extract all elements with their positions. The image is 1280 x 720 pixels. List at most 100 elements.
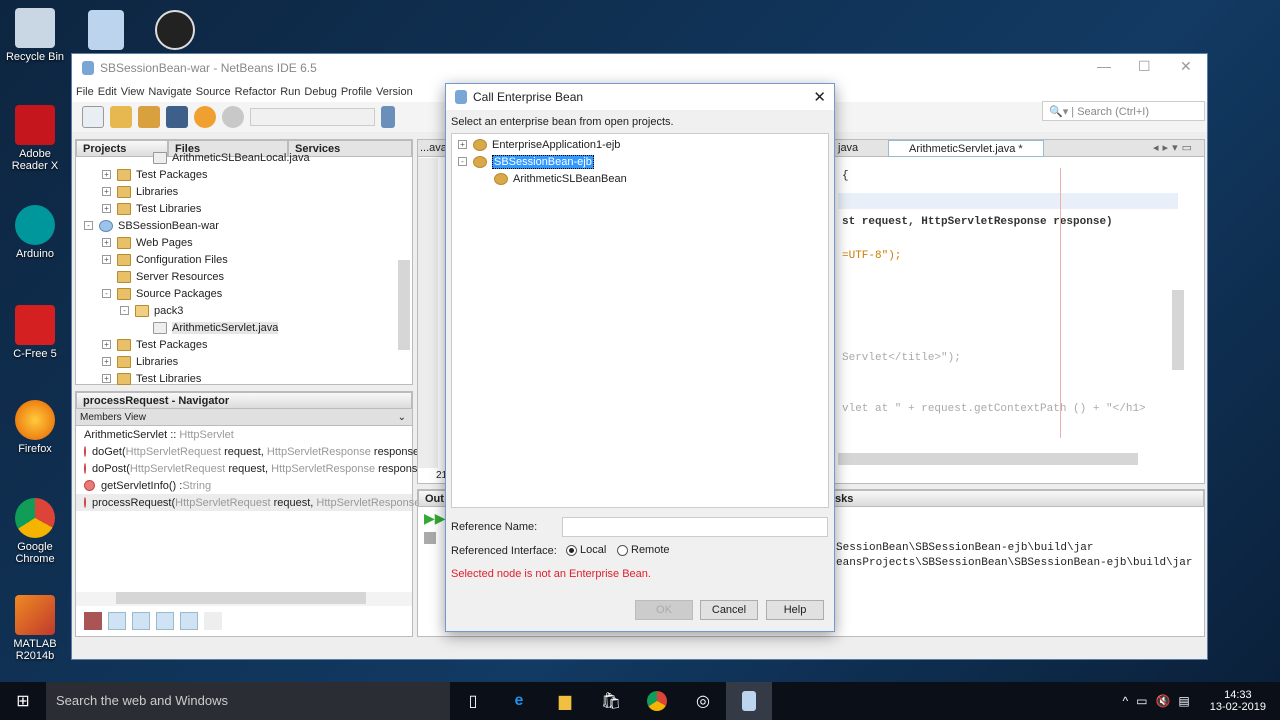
tasks-tab[interactable]: sks xyxy=(835,493,853,505)
navigator-hscrollbar[interactable] xyxy=(76,592,412,606)
desktop-icon-matlab[interactable]: MATLAB R2014b xyxy=(0,595,70,662)
project-tree-item[interactable]: + Test Packages xyxy=(76,166,412,183)
redo-icon[interactable] xyxy=(222,106,244,128)
project-tree-item[interactable]: Server Resources xyxy=(76,268,412,285)
editor-tab-arithmeticservlet[interactable]: ArithmeticServlet.java * xyxy=(888,140,1044,157)
navigator-member[interactable]: processRequest(HttpServletRequest reques… xyxy=(76,494,433,511)
sort-by-source-icon[interactable] xyxy=(204,612,222,630)
save-all-icon[interactable] xyxy=(166,106,188,128)
project-tree-item[interactable]: + Test Libraries xyxy=(76,370,412,387)
new-file-icon[interactable] xyxy=(82,106,104,128)
projects-scrollbar[interactable] xyxy=(398,260,410,350)
collapse-icon[interactable]: - xyxy=(84,221,93,230)
minimize-button[interactable]: — xyxy=(1097,58,1111,74)
project-tree-item[interactable]: + Web Pages xyxy=(76,234,412,251)
project-tree-item[interactable]: + Libraries xyxy=(76,183,412,200)
project-tree-item[interactable]: + Configuration Files xyxy=(76,251,412,268)
collapse-icon[interactable]: - xyxy=(102,289,111,298)
project-tree-item[interactable]: + Libraries xyxy=(76,353,412,370)
navigator-member[interactable]: getServletInfo() : String xyxy=(76,477,412,494)
radio-remote[interactable]: Remote xyxy=(617,544,670,556)
menu-file[interactable]: File xyxy=(74,86,96,98)
sort-by-name-icon[interactable] xyxy=(180,612,198,630)
radio-local-indicator[interactable] xyxy=(566,544,577,556)
start-button[interactable]: ⊞ xyxy=(0,682,46,720)
expand-icon[interactable]: + xyxy=(102,170,111,179)
bean-tree[interactable]: + EnterpriseApplication1-ejb - SBSessionBea… xyxy=(451,133,829,508)
desktop-icon-cfree[interactable]: C-Free 5 xyxy=(0,305,70,360)
dialog-close-button[interactable]: ✕ xyxy=(813,88,826,106)
radio-remote-indicator[interactable] xyxy=(617,544,628,556)
output-tab[interactable]: Out xyxy=(425,493,444,505)
editor-tab-left[interactable]: ...ava xyxy=(420,142,447,154)
show-fields-icon[interactable] xyxy=(108,612,126,630)
navigator-member[interactable]: doGet(HttpServletRequest request, HttpSe… xyxy=(76,443,423,460)
bean-tree-item[interactable]: ArithmeticSLBeanBean xyxy=(456,170,824,187)
editor-vscrollbar[interactable] xyxy=(1172,290,1184,370)
task-view-icon[interactable]: ▯ xyxy=(450,682,496,720)
inherited-members-icon[interactable] xyxy=(84,612,102,630)
project-tree-item[interactable]: ArithmeticServlet.java xyxy=(76,319,412,336)
menu-profile[interactable]: Profile xyxy=(339,86,374,98)
stop-icon[interactable] xyxy=(424,532,436,544)
expand-icon[interactable]: + xyxy=(102,340,111,349)
file-explorer-icon[interactable]: ▆ xyxy=(542,682,588,720)
menu-view[interactable]: View xyxy=(119,86,147,98)
obs-desktop-icon[interactable] xyxy=(155,10,195,50)
close-button[interactable]: ✕ xyxy=(1180,58,1192,75)
edge-icon[interactable]: e xyxy=(496,682,542,720)
project-tree-item[interactable]: - pack3 xyxy=(76,302,412,319)
clock[interactable]: 14:33 13-02-2019 xyxy=(1210,689,1266,713)
menu-version[interactable]: Version xyxy=(374,86,415,98)
obs-taskbar-icon[interactable]: ◎ xyxy=(680,682,726,720)
menu-navigate[interactable]: Navigate xyxy=(146,86,193,98)
rerun-icon[interactable]: ▶▶ xyxy=(424,510,446,527)
collapse-icon[interactable]: - xyxy=(458,157,467,166)
menu-run[interactable]: Run xyxy=(278,86,302,98)
show-static-icon[interactable] xyxy=(132,612,150,630)
desktop-icon-firefox[interactable]: Firefox xyxy=(0,400,70,455)
ok-button[interactable]: OK xyxy=(635,600,693,620)
editor-tab-nav-icons[interactable]: ◂▸▾▭ xyxy=(1153,141,1196,154)
netbeans-taskbar-icon[interactable] xyxy=(726,682,772,720)
navigator-member[interactable]: doPost(HttpServletRequest request, HttpS… xyxy=(76,460,427,477)
expand-icon[interactable]: + xyxy=(102,255,111,264)
code-area[interactable]: { st request, HttpServletResponse respon… xyxy=(838,168,1178,466)
collapse-icon[interactable]: - xyxy=(120,306,129,315)
desktop-icon-arduino[interactable]: Arduino xyxy=(0,205,70,260)
bean-tree-item[interactable]: + EnterpriseApplication1-ejb xyxy=(456,136,824,153)
expand-icon[interactable]: + xyxy=(102,187,111,196)
open-project-icon[interactable] xyxy=(138,106,160,128)
project-tree-item[interactable]: + Test Packages xyxy=(76,336,412,353)
netbeans-desktop-icon[interactable] xyxy=(88,10,124,50)
members-view-select[interactable]: Members View ⌄ xyxy=(76,409,412,426)
menu-debug[interactable]: Debug xyxy=(302,86,338,98)
project-tree-item[interactable]: + Test Libraries xyxy=(76,200,412,217)
reference-name-input[interactable] xyxy=(562,517,828,537)
search-input[interactable]: 🔍▾ | Search (Ctrl+I) xyxy=(1042,101,1205,121)
project-tree-item[interactable]: - Source Packages xyxy=(76,285,412,302)
radio-local[interactable]: Local xyxy=(566,544,606,556)
project-tree-item[interactable]: ArithmeticSLBeanLocal.java xyxy=(76,149,412,166)
desktop-icon-chrome[interactable]: Google Chrome xyxy=(0,498,70,565)
expand-icon[interactable]: + xyxy=(458,140,467,149)
taskbar-search[interactable]: Search the web and Windows xyxy=(46,682,450,720)
new-project-icon[interactable] xyxy=(110,106,132,128)
desktop-icon-adobe-reader[interactable]: Adobe Reader X xyxy=(0,105,70,172)
editor-tab-java[interactable]: java xyxy=(838,142,858,154)
menu-refactor[interactable]: Refactor xyxy=(233,86,279,98)
configuration-select[interactable] xyxy=(250,108,375,126)
expand-icon[interactable]: + xyxy=(102,374,111,383)
editor-hscrollbar[interactable] xyxy=(838,453,1138,465)
undo-icon[interactable] xyxy=(194,106,216,128)
expand-icon[interactable]: + xyxy=(102,238,111,247)
chrome-taskbar-icon[interactable] xyxy=(634,682,680,720)
menu-edit[interactable]: Edit xyxy=(96,86,119,98)
build-hammer-icon[interactable] xyxy=(381,106,395,128)
menu-source[interactable]: Source xyxy=(194,86,233,98)
expand-icon[interactable]: + xyxy=(102,204,111,213)
desktop-icon-recycle-bin[interactable]: Recycle Bin xyxy=(0,8,70,63)
maximize-button[interactable]: ☐ xyxy=(1138,58,1151,75)
bean-tree-item[interactable]: - SBSessionBean-ejb xyxy=(456,153,824,170)
system-tray-icons[interactable]: ^▭🔇▤ xyxy=(1122,694,1197,708)
